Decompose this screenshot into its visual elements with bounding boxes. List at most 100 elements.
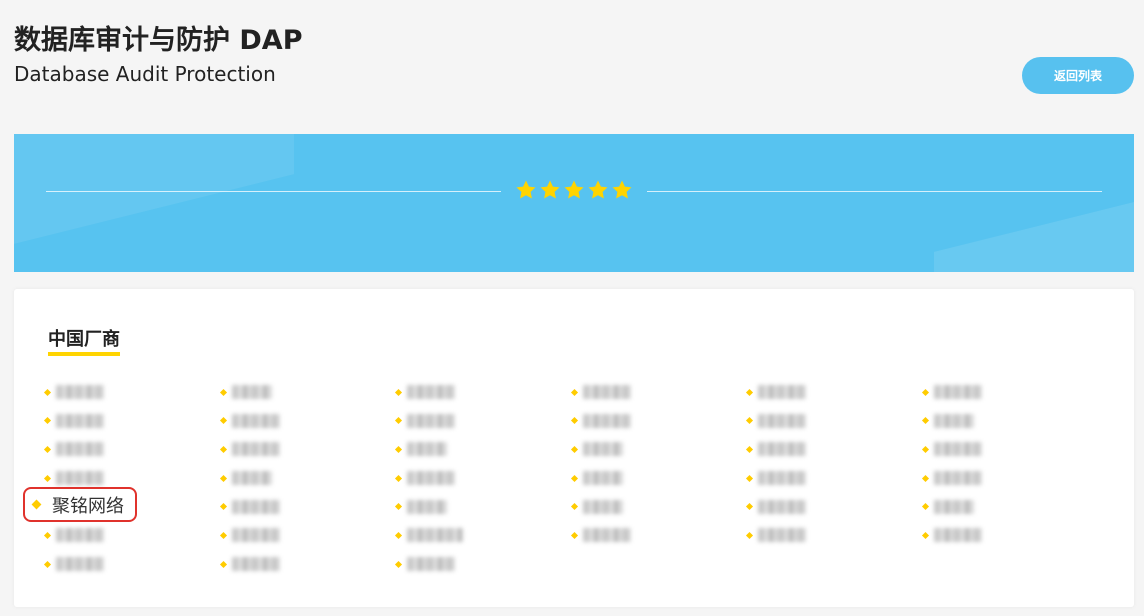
vendor-name-blurred	[582, 442, 623, 457]
bullet-icon	[746, 388, 754, 396]
vendor-list-item[interactable]	[395, 378, 572, 406]
vendor-name-blurred	[407, 442, 448, 457]
bullet-icon	[921, 388, 930, 396]
vendor-name-blurred	[231, 499, 280, 514]
vendor-name-blurred	[231, 413, 280, 428]
vendor-list-item[interactable]	[43, 378, 221, 406]
vendor-list-item[interactable]	[43, 550, 221, 578]
vendor-list-item[interactable]	[570, 521, 748, 549]
vendor-list-item[interactable]	[395, 493, 572, 521]
bullet-icon	[219, 445, 227, 453]
vendor-list-item[interactable]	[219, 493, 397, 521]
bullet-icon	[921, 474, 930, 482]
star-icon	[612, 180, 632, 199]
vendor-list-item[interactable]	[746, 407, 923, 435]
rating-banner	[14, 134, 1134, 272]
vendor-list-item[interactable]	[395, 521, 572, 549]
bullet-icon	[921, 531, 930, 539]
bullet-icon	[746, 445, 754, 453]
vendor-name-blurred	[758, 413, 807, 428]
vendor-name-blurred	[56, 385, 104, 399]
vendor-list-item[interactable]	[219, 435, 397, 463]
bullet-icon	[395, 388, 403, 396]
bullet-icon	[31, 499, 42, 510]
vendor-name-blurred	[407, 557, 456, 572]
vendor-name-blurred	[933, 471, 982, 486]
vendor-list-item[interactable]	[921, 407, 1099, 435]
bullet-icon	[395, 417, 403, 425]
vendor-list-item[interactable]	[570, 435, 748, 463]
bullet-icon	[219, 388, 227, 396]
vendor-list-item[interactable]	[921, 464, 1099, 492]
vendor-list-item[interactable]	[395, 407, 572, 435]
bullet-icon	[43, 474, 52, 482]
vendor-name-blurred	[758, 499, 807, 514]
vendor-list-item	[923, 550, 1099, 578]
bullet-icon	[746, 474, 754, 482]
vendor-name-blurred	[933, 413, 974, 428]
vendor-name-blurred	[758, 385, 807, 399]
vendor-name-blurred	[231, 471, 272, 486]
bullet-icon	[43, 531, 52, 539]
vendor-list-item[interactable]	[921, 435, 1099, 463]
back-to-list-button[interactable]: 返回列表	[1022, 57, 1134, 94]
vendor-list-item[interactable]	[43, 435, 221, 463]
vendor-list-item[interactable]	[921, 378, 1099, 406]
bullet-icon	[395, 531, 403, 539]
vendor-name-blurred	[56, 528, 104, 543]
vendor-list-item[interactable]	[746, 493, 923, 521]
bullet-icon	[43, 388, 52, 396]
bullet-icon	[219, 503, 227, 511]
vendor-list-item[interactable]	[395, 464, 572, 492]
vendor-list-item[interactable]	[921, 521, 1099, 549]
vendor-list-item[interactable]	[921, 493, 1099, 521]
banner-decor-shape	[934, 192, 1134, 272]
vendor-name-blurred	[582, 385, 631, 399]
vendor-list-item[interactable]	[43, 521, 221, 549]
vendor-name-blurred	[231, 528, 280, 543]
vendor-list-item[interactable]	[570, 464, 748, 492]
vendor-list-item[interactable]	[395, 435, 572, 463]
bullet-icon	[570, 445, 578, 453]
bullet-icon	[43, 417, 52, 425]
vendor-list-item[interactable]	[570, 407, 748, 435]
bullet-icon	[921, 503, 930, 511]
vendor-list-item[interactable]	[219, 521, 397, 549]
vendor-list-item[interactable]	[219, 464, 397, 492]
bullet-icon	[219, 474, 227, 482]
bullet-icon	[219, 560, 227, 568]
vendor-name-blurred	[231, 385, 272, 399]
vendor-list-item[interactable]	[219, 407, 397, 435]
vendor-name-blurred	[407, 528, 464, 543]
highlighted-vendor-item[interactable]: 聚铭网络	[23, 487, 137, 522]
bullet-icon	[746, 417, 754, 425]
bullet-icon	[570, 474, 578, 482]
vendor-list-item[interactable]	[746, 464, 923, 492]
vendor-list-item[interactable]	[570, 378, 748, 406]
vendor-name-blurred	[56, 413, 104, 428]
bullet-icon	[570, 417, 578, 425]
vendor-list-item[interactable]	[570, 493, 748, 521]
star-icon	[516, 180, 536, 199]
star-icon	[564, 180, 584, 199]
bullet-icon	[746, 531, 754, 539]
vendor-list-item[interactable]	[746, 435, 923, 463]
vendor-list-item[interactable]	[746, 378, 923, 406]
vendor-list-item[interactable]	[746, 521, 923, 549]
star-icon	[588, 180, 608, 199]
vendor-list-item[interactable]	[219, 378, 397, 406]
bullet-icon	[570, 503, 578, 511]
vendor-list-item	[572, 550, 748, 578]
vendor-list-item[interactable]	[395, 550, 572, 578]
vendor-name-blurred	[407, 499, 448, 514]
bullet-icon	[43, 560, 52, 568]
vendor-name-blurred	[407, 385, 456, 399]
vendor-name-blurred	[56, 557, 104, 572]
vendor-list-item	[747, 550, 923, 578]
vendor-list-item[interactable]	[43, 407, 221, 435]
vendor-list-item[interactable]	[219, 550, 397, 578]
vendor-name-blurred	[582, 471, 623, 486]
bullet-icon	[395, 560, 403, 568]
vendor-name-blurred	[933, 442, 982, 457]
bullet-icon	[921, 417, 930, 425]
